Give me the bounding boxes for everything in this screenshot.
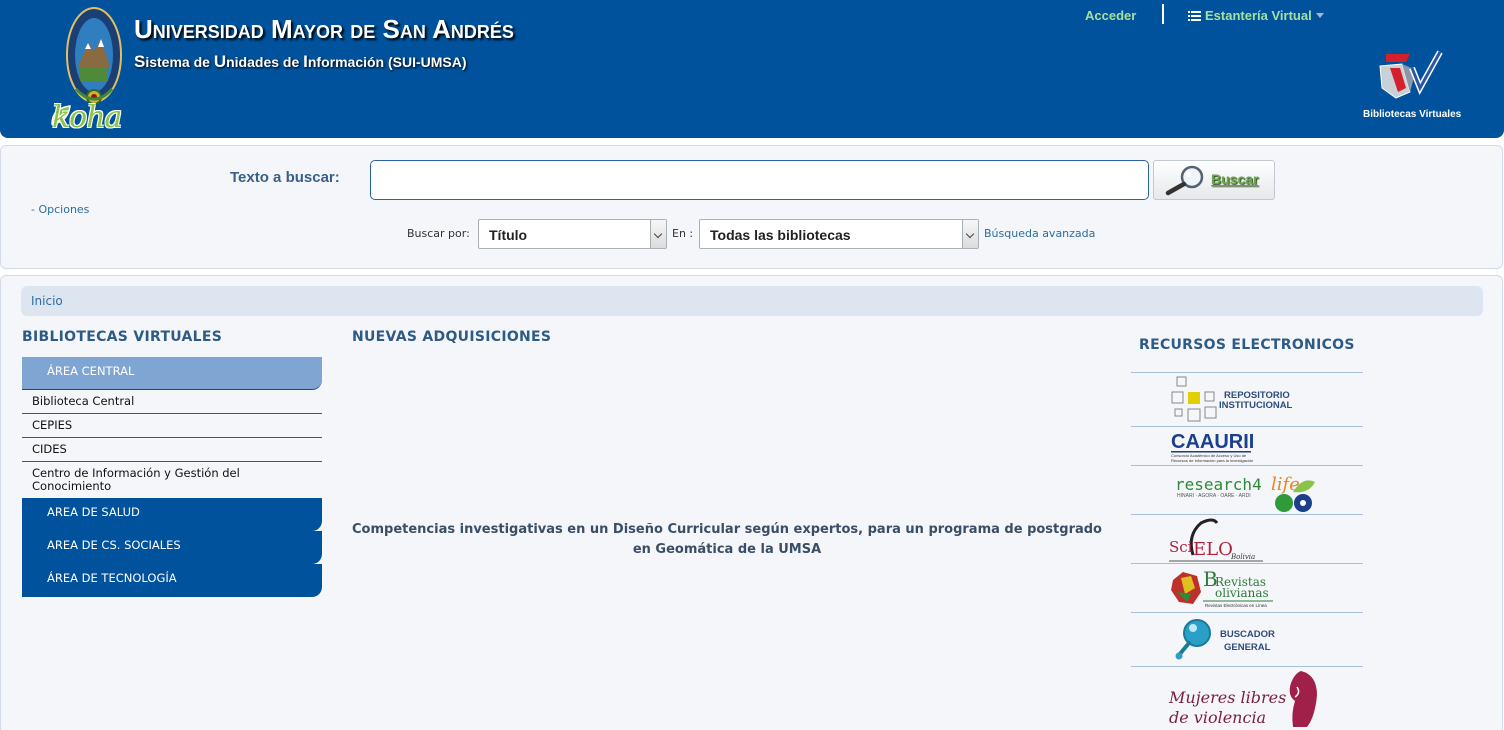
svg-text:BUSCADOR: BUSCADOR [1220, 629, 1275, 640]
svg-text:Mujeres libres: Mujeres libres [1168, 688, 1286, 707]
new-acquisitions-title: NUEVAS ADQUISICIONES [352, 329, 552, 345]
chevron-down-icon [650, 220, 666, 248]
search-button-label: Buscar [1211, 171, 1259, 187]
search-input[interactable] [370, 160, 1149, 200]
menu-group-label: AREA DE SALUD [47, 505, 140, 519]
search-by-label: Buscar por: [407, 227, 470, 240]
repositorio-logo: REPOSITORIO INSTITUCIONAL [1171, 376, 1293, 422]
chevron-down-icon [962, 220, 978, 248]
university-title: Universidad Mayor de San Andrés [134, 14, 514, 44]
menu-group-area-salud[interactable]: AREA DE SALUD [22, 498, 322, 531]
svg-text:Recursos de Información para l: Recursos de Información para la Investig… [1171, 458, 1253, 463]
virtual-libraries-title: BIBLIOTECAS VIRTUALES [22, 329, 223, 345]
resource-repositorio[interactable]: REPOSITORIO INSTITUCIONAL [1131, 372, 1363, 426]
search-button[interactable]: Buscar [1153, 160, 1275, 200]
revistas-bolivianas-logo: B Revistas olivianas Revistas Electrónic… [1171, 567, 1273, 608]
menu-group-area-central[interactable]: ÁREA CENTRAL [22, 357, 322, 390]
svg-text:Bolivia: Bolivia [1230, 553, 1255, 561]
resource-buscador-general[interactable]: BUSCADOR GENERAL [1131, 612, 1363, 666]
subtitle-cap-2: U [213, 52, 227, 71]
virtual-shelf-dropdown[interactable]: Estantería Virtual [1188, 8, 1324, 23]
menu-item-centro-informacion[interactable]: Centro de Información y Gestión del Cono… [22, 462, 322, 498]
search-by-select[interactable]: Título [478, 219, 667, 249]
scielo-logo: Sci ELO Bolivia [1169, 518, 1263, 562]
subtitle-rest-1: istema de [145, 54, 214, 70]
subtitle-rest-3: nformación (SUI-UMSA) [307, 54, 467, 70]
search-label: Texto a buscar: [230, 169, 340, 186]
caaurii-logo: CAAURII Consorcio Académico de Acceso y … [1171, 431, 1254, 463]
subtitle-cap-1: S [134, 52, 146, 71]
svg-text:research4: research4 [1175, 475, 1262, 494]
bibliotecas-virtuales-logo[interactable] [1376, 48, 1444, 108]
mujeres-libres-logo: Mujeres libres de violencia [1168, 671, 1317, 727]
options-link[interactable]: - Opciones [31, 203, 89, 216]
list-icon [1188, 11, 1201, 21]
svg-text:GENERAL: GENERAL [1224, 642, 1271, 653]
menu-item-cepies[interactable]: CEPIES [22, 414, 322, 438]
bibliotecas-virtuales-label: Bibliotecas Virtuales [1363, 109, 1462, 120]
umsa-seal-logo[interactable] [66, 5, 122, 113]
menu-item-cides[interactable]: CIDES [22, 438, 322, 462]
research4life-logo: research4 life HINARI · AGORA · OARE · A… [1175, 474, 1315, 512]
breadcrumb-home-link[interactable]: Inicio [31, 294, 63, 308]
menu-group-label: ÁREA CENTRAL [47, 364, 135, 378]
system-subtitle: Sistema de Unidades de Información (SUI-… [134, 52, 467, 72]
koha-logo-text[interactable]: koha [52, 100, 122, 135]
login-link[interactable]: Acceder [1085, 8, 1136, 23]
menu-group-area-sociales[interactable]: AREA DE CS. SOCIALES [22, 531, 322, 564]
svg-text:Revistas Electrónicas en Línea: Revistas Electrónicas en Línea [1205, 603, 1267, 608]
advanced-search-link[interactable]: Búsqueda avanzada [984, 227, 1095, 240]
main-panel: Inicio BIBLIOTECAS VIRTUALES NUEVAS ADQU… [0, 275, 1503, 730]
menu-group-label: ÁREA DE TECNOLOGÍA [47, 571, 177, 585]
virtual-libraries-menu: ÁREA CENTRAL Biblioteca Central CEPIES C… [22, 357, 322, 597]
menu-group-area-tecnologia[interactable]: ÁREA DE TECNOLOGÍA [22, 564, 322, 597]
search-panel: Texto a buscar: Buscar - Opciones Buscar… [0, 145, 1503, 269]
menu-item-biblioteca-central[interactable]: Biblioteca Central [22, 390, 322, 414]
resource-research4life[interactable]: research4 life HINARI · AGORA · OARE · A… [1131, 465, 1363, 514]
resource-mujeres-libres[interactable]: Mujeres libres de violencia [1131, 666, 1363, 728]
search-by-value: Título [489, 227, 528, 243]
subtitle-rest-2: nidades de [226, 54, 304, 70]
svg-text:CAAURII: CAAURII [1171, 431, 1254, 453]
virtual-shelf-label: Estantería Virtual [1205, 8, 1312, 23]
svg-text:olivianas: olivianas [1215, 586, 1269, 600]
svg-text:de violencia: de violencia [1169, 708, 1266, 727]
library-select[interactable]: Todas las bibliotecas [699, 219, 979, 249]
magnifier-icon [1165, 165, 1204, 196]
site-header: koha Universidad Mayor de San Andrés Sis… [0, 0, 1504, 138]
svg-text:INSTITUCIONAL: INSTITUCIONAL [1219, 400, 1293, 411]
svg-text:HINARI · AGORA · OARE · ARDI: HINARI · AGORA · OARE · ARDI [1177, 493, 1251, 499]
resource-revistas-bolivianas[interactable]: B Revistas olivianas Revistas Electrónic… [1131, 563, 1363, 612]
resource-caaurii[interactable]: CAAURII Consorcio Académico de Acceso y … [1131, 426, 1363, 465]
library-select-value: Todas las bibliotecas [710, 227, 851, 243]
svg-text:Sci: Sci [1169, 538, 1193, 556]
header-divider [1162, 4, 1164, 24]
chevron-down-icon [1315, 13, 1324, 18]
resource-scielo[interactable]: Sci ELO Bolivia [1131, 514, 1363, 563]
electronic-resources-list: REPOSITORIO INSTITUCIONAL CAAURII Consor… [1131, 372, 1363, 728]
electronic-resources-title: RECURSOS ELECTRONICOS [1139, 337, 1355, 353]
breadcrumb: Inicio [21, 286, 1483, 316]
featured-acquisition-link[interactable]: Competencias investigativas en un Diseño… [352, 520, 1102, 560]
in-label: En : [672, 227, 694, 240]
menu-group-label: AREA DE CS. SOCIALES [47, 538, 181, 552]
buscador-general-logo: BUSCADOR GENERAL [1175, 619, 1275, 660]
svg-text:ELO: ELO [1193, 539, 1233, 560]
